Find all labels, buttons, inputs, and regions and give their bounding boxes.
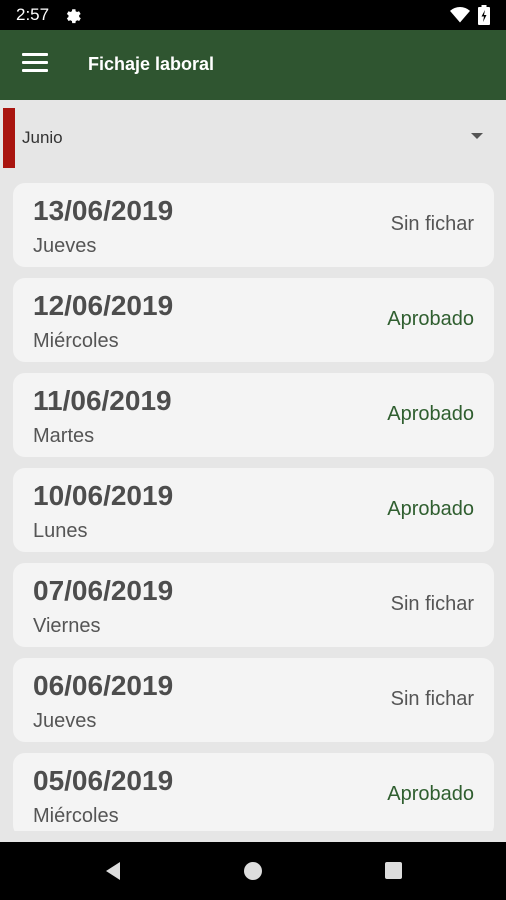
entry-card[interactable]: 10/06/2019 Lunes Aprobado [13, 468, 494, 552]
entry-status: Aprobado [387, 308, 474, 330]
accent-bar [3, 108, 15, 168]
entry-date: 06/06/2019 [33, 670, 174, 701]
entry-date: 12/06/2019 [33, 290, 174, 321]
entry-status: Aprobado [387, 783, 474, 805]
entry-weekday: Miércoles [33, 805, 119, 827]
dropdown-arrow-icon [471, 133, 483, 139]
entry-card[interactable]: 11/06/2019 Martes Aprobado [13, 373, 494, 457]
entry-status: Sin fichar [390, 213, 474, 235]
entries-list: 13/06/2019 Jueves Sin fichar 12/06/2019 Miér… [13, 183, 494, 831]
app-bar: Fichaje laboral [0, 30, 506, 100]
entry-card[interactable]: 12/06/2019 Miércoles Aprobado [13, 278, 494, 362]
entry-weekday: Martes [33, 425, 95, 447]
gear-icon [66, 9, 81, 24]
entry-status: Aprobado [387, 403, 474, 425]
recents-icon[interactable] [385, 862, 402, 879]
entry-weekday: Miércoles [33, 330, 119, 352]
entry-card[interactable]: 05/06/2019 Miércoles Aprobado [13, 753, 494, 831]
back-icon[interactable] [103, 861, 123, 881]
month-dropdown[interactable]: Junio [0, 100, 506, 172]
entry-weekday: Jueves [33, 235, 97, 257]
entry-date: 11/06/2019 [33, 385, 172, 416]
wifi-icon [450, 7, 470, 23]
entry-weekday: Lunes [33, 520, 88, 542]
home-icon[interactable] [244, 862, 262, 880]
entry-card[interactable]: 06/06/2019 Jueves Sin fichar [13, 658, 494, 742]
entry-weekday: Jueves [33, 710, 97, 732]
entry-date: 05/06/2019 [33, 765, 174, 796]
entry-card[interactable]: 07/06/2019 Viernes Sin fichar [13, 563, 494, 647]
entry-date: 10/06/2019 [33, 480, 174, 511]
entry-date: 07/06/2019 [33, 575, 174, 606]
status-time: 2:57 [16, 5, 50, 24]
battery-icon [478, 5, 490, 25]
entry-date: 13/06/2019 [33, 195, 174, 226]
entry-status: Sin fichar [390, 688, 474, 710]
menu-icon[interactable] [22, 53, 48, 75]
status-bar: 2:57 [0, 0, 506, 30]
page-title: Fichaje laboral [88, 54, 215, 74]
entry-weekday: Viernes [33, 615, 101, 637]
navigation-bar [0, 842, 506, 900]
entry-status: Aprobado [387, 498, 474, 520]
entry-card[interactable]: 13/06/2019 Jueves Sin fichar [13, 183, 494, 267]
month-dropdown-value: Junio [22, 128, 63, 147]
entry-status: Sin fichar [390, 593, 474, 615]
